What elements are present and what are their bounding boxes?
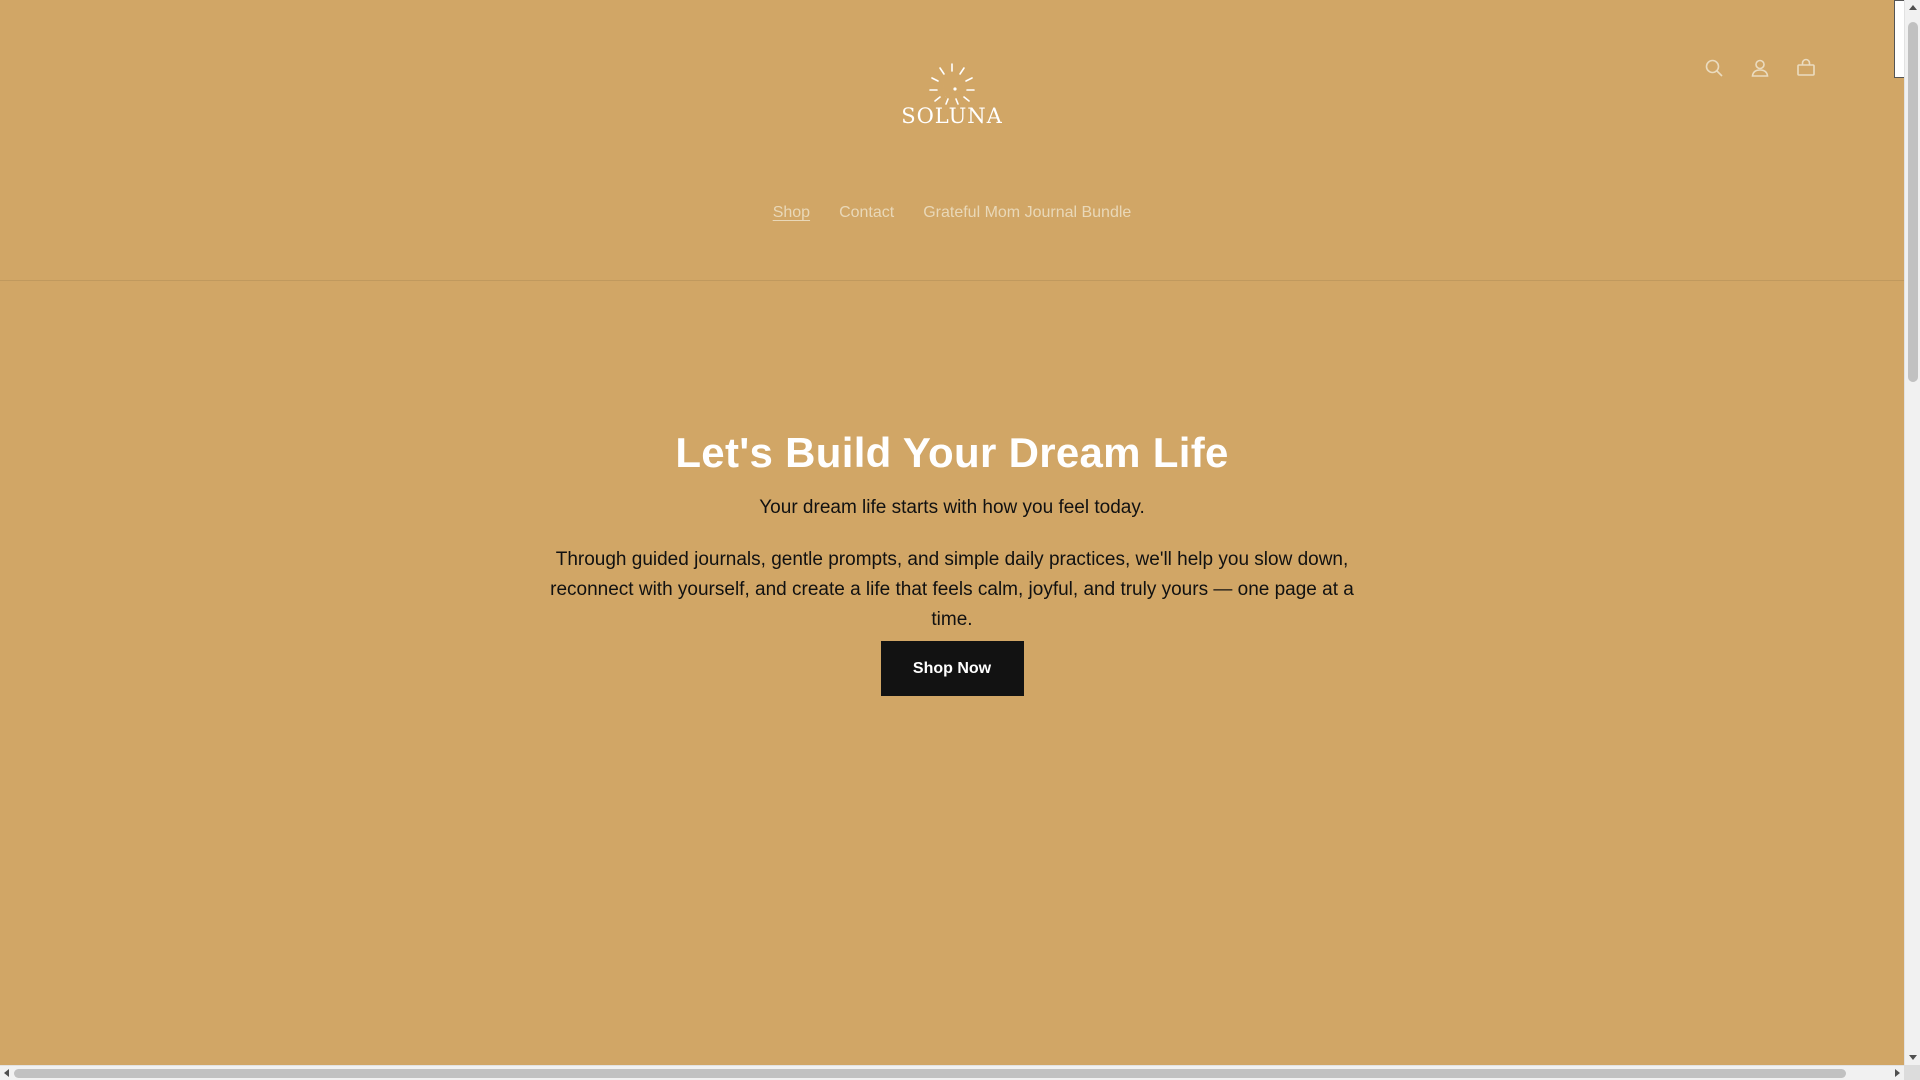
search-button[interactable] <box>1700 54 1728 82</box>
account-icon <box>1751 59 1769 77</box>
hero-body-text: Through guided journals, gentle prompts,… <box>550 549 1354 630</box>
scroll-down-arrow-icon[interactable] <box>1909 1055 1917 1060</box>
scroll-right-arrow-icon[interactable] <box>1895 1069 1900 1077</box>
header-actions <box>1700 54 1820 82</box>
brand-name: SOLUNA <box>901 104 1003 128</box>
main-nav: Shop Contact Grateful Mom Journal Bundle <box>0 204 1904 222</box>
brand-logo[interactable]: SOLUNA <box>901 62 1002 132</box>
account-button[interactable] <box>1746 54 1774 82</box>
sun-moon-logo-icon <box>929 63 975 105</box>
hero-section: Let's Build Your Dream Life Your dream l… <box>0 281 1904 1065</box>
cart-icon <box>1797 58 1815 76</box>
scroll-up-arrow-icon[interactable] <box>1909 5 1917 10</box>
page: SOLUNA Shop Contact Grateful Mom Journal… <box>0 0 1904 1065</box>
scroll-left-arrow-icon[interactable] <box>4 1069 9 1077</box>
scrollbar-corner <box>1904 1065 1920 1080</box>
vertical-scrollbar[interactable] <box>1904 0 1920 1065</box>
search-icon <box>1705 59 1723 77</box>
horizontal-scrollbar[interactable] <box>0 1065 1904 1080</box>
site-header: SOLUNA Shop Contact Grateful Mom Journal… <box>0 0 1904 281</box>
hero-subtitle: Your dream life starts with how you feel… <box>759 497 1145 518</box>
nav-link-contact[interactable]: Contact <box>839 204 894 222</box>
hero-title: Let's Build Your Dream Life <box>675 429 1229 476</box>
side-popup-edge[interactable] <box>1894 0 1904 78</box>
vertical-scroll-thumb[interactable] <box>1908 22 1918 382</box>
nav-link-grateful-mom-journal-bundle[interactable]: Grateful Mom Journal Bundle <box>923 204 1131 222</box>
nav-link-shop[interactable]: Shop <box>773 204 810 222</box>
cart-button[interactable] <box>1792 54 1820 82</box>
shop-now-button[interactable]: Shop Now <box>880 641 1024 696</box>
horizontal-scroll-thumb[interactable] <box>14 1069 1846 1078</box>
